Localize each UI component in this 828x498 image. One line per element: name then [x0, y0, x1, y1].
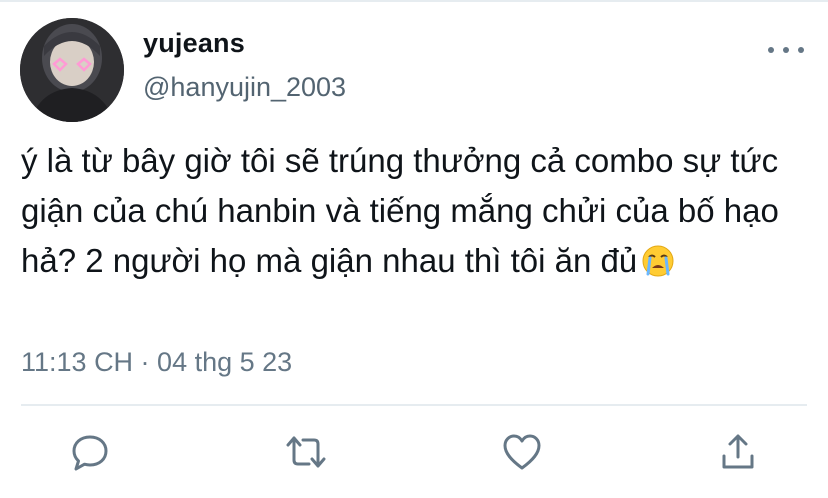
top-divider — [0, 0, 828, 2]
loudly-crying-face-icon — [641, 242, 675, 292]
avatar[interactable] — [20, 18, 124, 122]
share-button[interactable] — [716, 430, 760, 474]
more-dot-icon — [798, 47, 804, 53]
heart-icon — [503, 434, 541, 470]
retweet-button[interactable] — [284, 430, 328, 474]
like-button[interactable] — [500, 430, 544, 474]
tweet-timestamp[interactable]: 11:13 CH · 04 thg 5 23 — [21, 347, 292, 378]
share-icon — [722, 434, 754, 469]
more-dot-icon — [768, 47, 774, 53]
more-options-button[interactable] — [768, 38, 804, 62]
display-name[interactable]: yujeans — [143, 28, 245, 59]
avatar-photo — [20, 18, 124, 122]
more-dot-icon — [783, 47, 789, 53]
reply-button[interactable] — [68, 430, 112, 474]
comment-bubble-icon — [72, 435, 108, 471]
tweet-body: ý là từ bây giờ tôi sẽ trúng thưởng cả c… — [21, 136, 821, 292]
user-handle[interactable]: @hanyujin_2003 — [143, 72, 346, 103]
actions-divider — [21, 404, 807, 406]
retweet-icon — [286, 436, 326, 468]
